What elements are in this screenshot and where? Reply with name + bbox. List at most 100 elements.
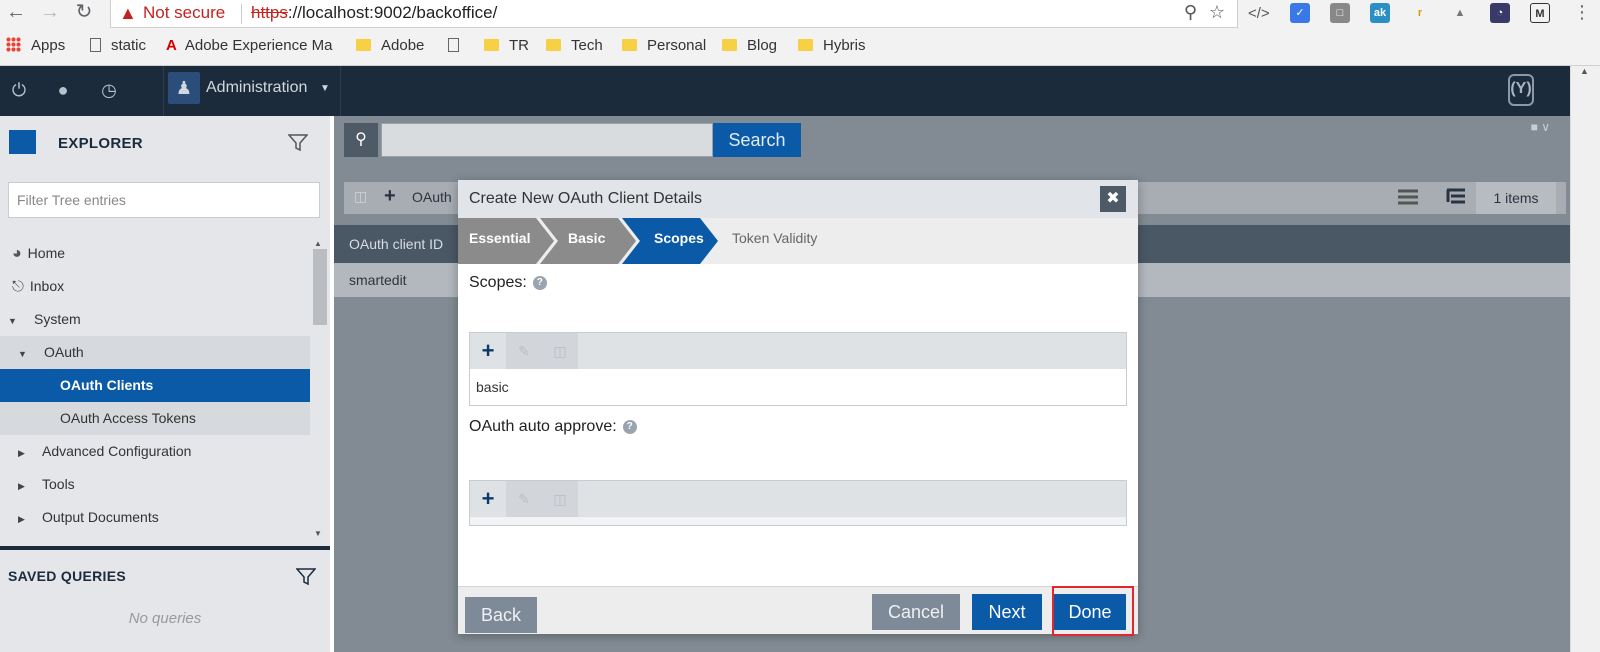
- scroll-thumb[interactable]: [313, 249, 327, 325]
- bookmark-personal[interactable]: Personal: [622, 37, 706, 54]
- bookmark-static[interactable]: static: [90, 37, 146, 54]
- list-editor-toolbar: + ✎ ◫: [470, 481, 1126, 517]
- bookmark-blog[interactable]: Blog: [722, 37, 777, 54]
- list-item[interactable]: basic: [470, 369, 1126, 405]
- inbox-icon: ⎋: [12, 278, 24, 295]
- code-icon[interactable]: </>: [1248, 5, 1270, 22]
- extension-r-icon[interactable]: r: [1410, 3, 1430, 23]
- tree-item-label: System: [34, 311, 81, 327]
- reload-icon[interactable]: ↻: [72, 2, 96, 24]
- bookmark-label: Hybris: [823, 37, 866, 54]
- address-bar[interactable]: ▲ Not secure https://localhost:9002/back…: [110, 0, 1238, 28]
- history-icon[interactable]: ◷: [98, 79, 120, 101]
- tree-item-label: Home: [27, 245, 66, 261]
- items-count: 1 items: [1476, 182, 1556, 214]
- step-token-validity[interactable]: Token Validity: [718, 218, 858, 264]
- search-input[interactable]: [381, 123, 713, 157]
- add-icon[interactable]: +: [384, 185, 396, 208]
- bookmark-adobe-experience[interactable]: A Adobe Experience Ma: [166, 37, 336, 54]
- scopes-label: Scopes:?: [469, 274, 547, 292]
- url-text[interactable]: https://localhost:9002/backoffice/: [251, 3, 497, 23]
- tree-item-tools[interactable]: ▶ Tools: [0, 468, 310, 501]
- expand-icon[interactable]: ▼: [8, 305, 22, 338]
- tree-item-advanced-configuration[interactable]: ▶ Advanced Configuration: [0, 435, 310, 468]
- scroll-up-icon[interactable]: ▲: [314, 239, 322, 248]
- bookmark-apps[interactable]: Apps: [6, 37, 65, 54]
- bookmark-tr[interactable]: TR: [484, 37, 529, 54]
- lock-collapse-icons[interactable]: ■ ∨: [1531, 120, 1550, 134]
- admin-avatar-icon: ♟: [168, 72, 200, 104]
- extension-ak-icon[interactable]: ak: [1370, 3, 1390, 23]
- close-icon[interactable]: ✖: [1100, 186, 1126, 212]
- add-icon[interactable]: +: [470, 333, 506, 369]
- page-icon: [90, 38, 101, 52]
- dialog-header: Create New OAuth Client Details ✖: [458, 180, 1138, 218]
- list-view-icon[interactable]: [1398, 188, 1418, 206]
- help-icon[interactable]: ?: [622, 420, 637, 434]
- step-essential[interactable]: Essential: [458, 218, 554, 264]
- tree-item-home[interactable]: ◕ Home: [0, 237, 310, 270]
- forward-arrow-icon[interactable]: →: [38, 2, 62, 24]
- explorer-sidebar: EXPLORER ◕Home ⎋Inbox ▼System ▼OAuth OAu…: [0, 116, 330, 652]
- zoom-icon[interactable]: ⚲: [1184, 2, 1197, 23]
- extension-m-icon[interactable]: M: [1530, 3, 1550, 23]
- power-icon[interactable]: ⏻: [8, 79, 30, 101]
- dialog-body: Scopes:? + ✎ ◫ basic OAuth auto approve:…: [458, 264, 1138, 564]
- extension-check-icon[interactable]: ✓: [1290, 3, 1310, 23]
- bookmark-hybris[interactable]: Hybris: [798, 37, 866, 54]
- bookmark-tech[interactable]: Tech: [546, 37, 603, 54]
- folder-icon: [356, 39, 371, 51]
- perspective-selector[interactable]: ♟ Administration ▼: [163, 66, 341, 116]
- cancel-button[interactable]: Cancel: [872, 594, 960, 630]
- collapse-icon[interactable]: ▶: [18, 470, 32, 503]
- back-button[interactable]: Back: [465, 597, 537, 633]
- filter-icon[interactable]: [296, 568, 316, 586]
- page-scrollbar[interactable]: ▲: [1570, 66, 1600, 652]
- user-icon[interactable]: ●: [52, 79, 74, 101]
- tree-item-label: Advanced Configuration: [42, 443, 192, 459]
- tree-item-label: OAuth Clients: [60, 377, 154, 393]
- tree-item-output-documents[interactable]: ▶ Output Documents: [0, 501, 310, 534]
- menu-dots-icon[interactable]: ⋮: [1570, 2, 1594, 24]
- security-label[interactable]: Not secure: [143, 3, 225, 23]
- dialog-title: Create New OAuth Client Details: [469, 190, 702, 207]
- tree-item-oauth-clients[interactable]: OAuth Clients: [0, 369, 310, 402]
- filter-icon[interactable]: [288, 134, 308, 152]
- collapse-icon[interactable]: ▶: [18, 437, 32, 470]
- tree-view-icon[interactable]: [1446, 188, 1466, 206]
- back-arrow-icon[interactable]: ←: [4, 2, 28, 24]
- help-icon[interactable]: ?: [532, 276, 547, 290]
- extension-gauge-icon[interactable]: ◔: [1490, 3, 1510, 23]
- delete-icon[interactable]: ◫: [354, 188, 367, 205]
- next-button[interactable]: Next: [972, 594, 1042, 630]
- step-scopes[interactable]: Scopes: [636, 218, 718, 264]
- tree-item-inbox[interactable]: ⎋ Inbox: [0, 270, 310, 303]
- scroll-up-icon[interactable]: ▲: [1580, 66, 1589, 76]
- tree-item-system[interactable]: ▼ System: [0, 303, 310, 336]
- expand-icon[interactable]: ▼: [18, 338, 32, 371]
- scroll-down-icon[interactable]: ▼: [314, 529, 322, 538]
- bookmark-label: Adobe Experience Ma: [184, 37, 333, 54]
- step-basic[interactable]: Basic: [554, 218, 636, 264]
- tree-scrollbar[interactable]: ▲ ▼: [310, 237, 330, 543]
- tree-item-oauth[interactable]: ▼ OAuth: [0, 336, 310, 369]
- adobe-icon: A: [166, 37, 177, 54]
- search-button[interactable]: Search: [713, 123, 801, 157]
- add-icon[interactable]: +: [470, 481, 506, 517]
- bookmark-adobe[interactable]: Adobe: [356, 37, 424, 54]
- extension-gray-icon[interactable]: □: [1330, 3, 1350, 23]
- advanced-search-icon[interactable]: ⚲: [344, 123, 378, 157]
- tree-filter-input[interactable]: [8, 182, 320, 218]
- tree-item-oauth-access-tokens[interactable]: OAuth Access Tokens: [0, 402, 310, 435]
- step-label: Basic: [568, 230, 606, 246]
- bookmark-page[interactable]: [448, 37, 469, 54]
- bookmark-label: TR: [509, 37, 529, 54]
- explorer-tree: ◕ Home ⎋ Inbox ▼ System ▼ OAuth OAuth Client…: [0, 237, 310, 652]
- auto-approve-label: OAuth auto approve:?: [469, 418, 637, 436]
- collapse-icon[interactable]: ▶: [18, 503, 32, 536]
- perspective-label: Administration: [206, 79, 308, 96]
- tree-item-label: OAuth Access Tokens: [60, 410, 196, 426]
- extension-drive-icon[interactable]: ▲: [1450, 3, 1470, 23]
- bookmark-label: Personal: [647, 37, 707, 54]
- star-icon[interactable]: ☆: [1209, 2, 1225, 23]
